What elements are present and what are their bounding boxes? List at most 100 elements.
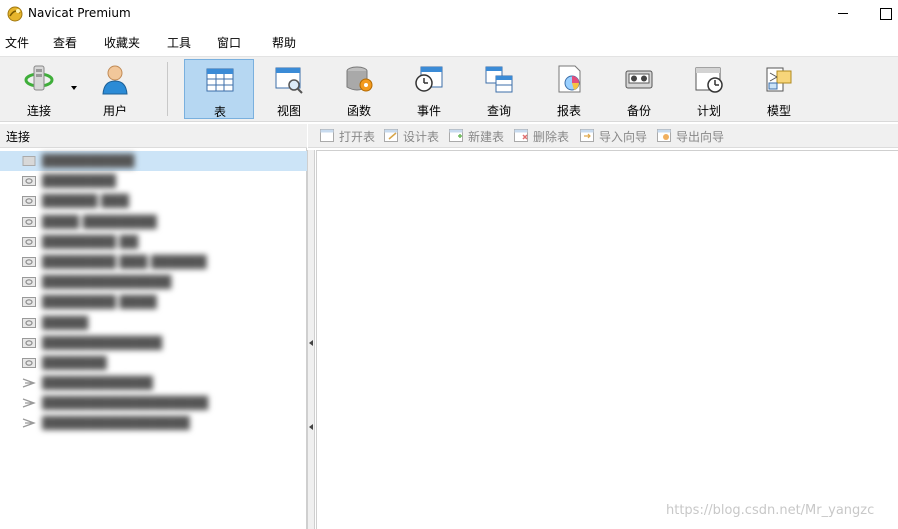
- tables-label: 表: [213, 105, 226, 119]
- schedule-label: 计划: [696, 104, 721, 118]
- backup-label: 备份: [626, 104, 651, 118]
- panel-splitter[interactable]: [307, 150, 315, 529]
- delete-table-icon: [514, 129, 528, 142]
- database-server-icon: [22, 357, 36, 368]
- query-icon: [485, 66, 513, 93]
- object-list-pane[interactable]: [316, 150, 898, 529]
- database-server-icon: [22, 176, 36, 187]
- connection-name: ██████ ███: [42, 194, 129, 209]
- connection-link-icon: [22, 398, 36, 408]
- backup-button[interactable]: 备份: [604, 59, 674, 119]
- events-button[interactable]: 事件: [394, 59, 464, 119]
- connection-item[interactable]: █████████████: [0, 333, 307, 353]
- connection-item[interactable]: ███████: [0, 353, 307, 373]
- connection-name: ████ ████████: [42, 214, 157, 229]
- connection-item[interactable]: ████████ ███ ██████: [0, 252, 307, 272]
- view-icon: [275, 67, 303, 94]
- functions-label: 函数: [346, 104, 371, 118]
- connection-name: ████████ ██: [42, 234, 139, 249]
- model-button[interactable]: 模型: [744, 59, 814, 119]
- main-toolbar: 连接 用户 表 视图 函数 事件 查询 报表 备份 计划 模型: [0, 56, 898, 122]
- connection-item[interactable]: ██████ ███: [0, 191, 307, 211]
- menu-favorites[interactable]: 收藏夹: [104, 34, 140, 51]
- maximize-button[interactable]: [876, 4, 896, 22]
- connection-name: █████: [42, 315, 89, 330]
- delete-table-label: 删除表: [533, 130, 570, 144]
- schedule-icon: [695, 67, 723, 93]
- export-wizard-icon: [657, 129, 671, 142]
- connection-item[interactable]: ██████████████████: [0, 393, 307, 413]
- connection-panel: 连接 ██████████ ████████ ██████ ███ ████ ████…: [0, 124, 307, 529]
- menu-file[interactable]: 文件: [5, 34, 29, 51]
- menu-view[interactable]: 查看: [53, 34, 77, 51]
- model-label: 模型: [766, 104, 791, 118]
- collapse-left-icon-2[interactable]: [309, 424, 313, 430]
- database-server-icon: [22, 256, 36, 267]
- model-icon: [766, 67, 792, 92]
- views-button[interactable]: 视图: [254, 59, 324, 119]
- table-icon: [206, 68, 234, 92]
- functions-button[interactable]: 函数: [324, 59, 394, 119]
- connection-name: ████████ ███ ██████: [42, 254, 207, 269]
- new-table-icon: [449, 129, 463, 142]
- user-button[interactable]: 用户: [80, 59, 150, 119]
- open-table-label: 打开表: [339, 130, 376, 144]
- connection-label: 连接: [26, 104, 51, 118]
- queries-button[interactable]: 查询: [464, 59, 534, 119]
- connection-name: ████████ ████: [42, 295, 157, 310]
- menu-help[interactable]: 帮助: [272, 34, 296, 51]
- connection-link-icon: [22, 418, 36, 429]
- menu-tools[interactable]: 工具: [167, 34, 191, 51]
- connection-item[interactable]: ████ ████████: [0, 212, 307, 232]
- connection-item[interactable]: ████████████████: [0, 413, 307, 433]
- import-wizard-label: 导入向导: [599, 130, 648, 144]
- connection-name: ████████: [42, 174, 116, 189]
- reports-label: 报表: [556, 104, 581, 118]
- toolbar-separator: [167, 62, 168, 116]
- database-server-icon: [22, 236, 36, 247]
- connection-item[interactable]: ████████████: [0, 373, 307, 393]
- database-server-icon: [22, 297, 36, 308]
- user-icon: [102, 65, 128, 95]
- connection-button[interactable]: 连接: [4, 59, 74, 119]
- connection-item[interactable]: ████████: [0, 171, 307, 191]
- connection-name: ████████████████: [42, 416, 190, 431]
- menu-window[interactable]: 窗口: [217, 34, 241, 51]
- user-label: 用户: [102, 104, 127, 118]
- connection-item[interactable]: █████: [0, 313, 307, 333]
- collapse-left-icon[interactable]: [309, 340, 313, 346]
- connection-panel-header: 连接: [0, 124, 307, 148]
- schedule-button[interactable]: 计划: [674, 59, 744, 119]
- connection-item[interactable]: ██████████: [0, 151, 307, 172]
- open-table-icon: [320, 129, 334, 142]
- database-server-icon: [22, 216, 36, 227]
- minimize-button[interactable]: [834, 4, 854, 22]
- export-wizard-label: 导出向导: [676, 130, 725, 144]
- window-title: Navicat Premium: [28, 6, 131, 20]
- connection-link-icon: [22, 378, 36, 388]
- connection-item[interactable]: ████████ ████: [0, 292, 307, 312]
- title-bar: Navicat Premium: [0, 0, 898, 28]
- connection-dropdown-icon[interactable]: [71, 86, 77, 90]
- report-icon: [558, 65, 581, 93]
- import-wizard-icon: [580, 129, 594, 142]
- connection-name: ██████████: [42, 154, 135, 168]
- design-table-label: 设计表: [403, 130, 440, 144]
- connection-panel-title: 连接: [6, 130, 31, 144]
- tables-button[interactable]: 表: [184, 59, 254, 119]
- new-table-label: 新建表: [468, 130, 505, 144]
- watermark-text: https://blog.csdn.net/Mr_yangzc: [666, 503, 875, 518]
- connection-item[interactable]: ████████ ██: [0, 232, 307, 252]
- events-label: 事件: [416, 104, 441, 118]
- connection-server-icon: [22, 156, 36, 166]
- reports-button[interactable]: 报表: [534, 59, 604, 119]
- menu-bar: 文件 查看 收藏夹 工具 窗口 帮助: [0, 30, 898, 54]
- database-server-icon: [22, 337, 36, 348]
- views-label: 视图: [276, 104, 301, 118]
- connection-name: ███████: [42, 355, 107, 370]
- connection-name: ██████████████████: [42, 396, 209, 411]
- database-server-icon: [22, 196, 36, 207]
- connection-name: ██████████████: [42, 275, 172, 290]
- function-icon: [346, 66, 373, 92]
- connection-item[interactable]: ██████████████: [0, 272, 307, 292]
